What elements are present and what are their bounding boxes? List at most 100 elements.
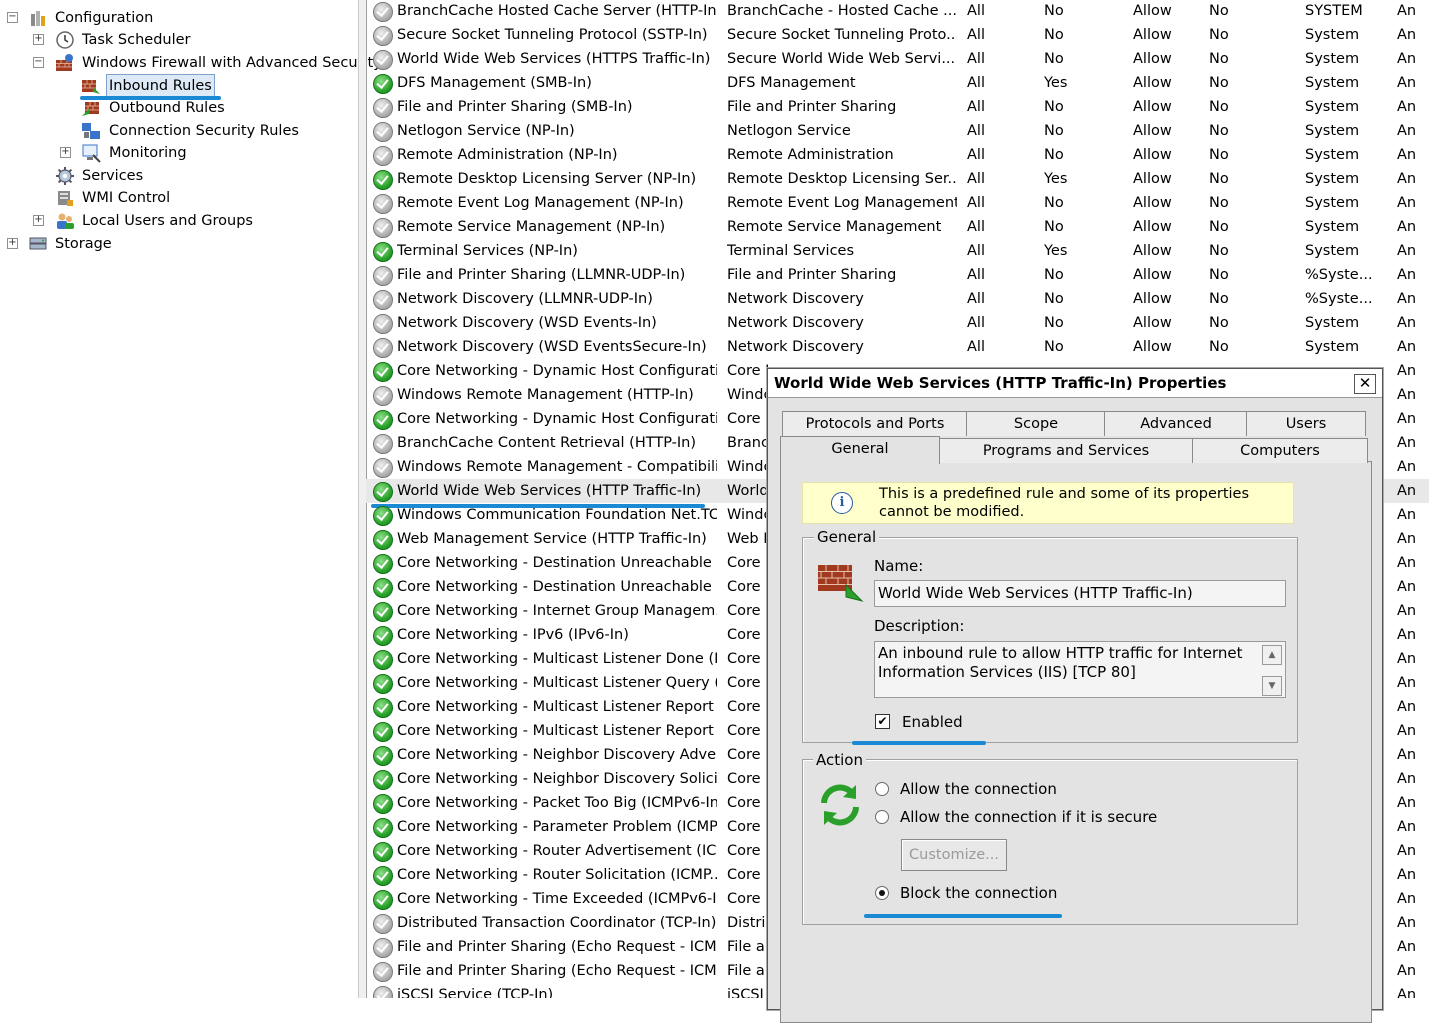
rule-row[interactable]: Network Discovery (WSD Events-In) Network… [366, 311, 1429, 335]
rule-row[interactable]: Netlogon Service (NP-In) Netlogon Service… [366, 119, 1429, 143]
scroll-up-icon[interactable]: ▲ [1262, 645, 1282, 665]
info-text: This is a predefined rule and some of it… [879, 486, 1250, 520]
rule-cell-override: No [1209, 171, 1229, 187]
rule-cell-profile: All [967, 51, 985, 67]
tab-scope[interactable]: Scope [966, 411, 1106, 436]
rule-row[interactable]: Terminal Services (NP-In) Terminal Servic… [366, 239, 1429, 263]
rule-cell-program: System [1305, 99, 1360, 115]
rule-cell-name: Core Networking - Packet Too Big (ICMPv6… [397, 795, 717, 811]
rule-cell-name: Web Management Service (HTTP Traffic-In) [397, 531, 707, 547]
rule-cell-override: No [1209, 147, 1229, 163]
rule-cell-en: No [1044, 195, 1064, 211]
rule-row[interactable]: Remote Event Log Management (NP-In) Remot… [366, 191, 1429, 215]
rule-enabled-icon [373, 554, 393, 574]
rule-disabled-icon [373, 386, 393, 406]
expand-icon[interactable]: + [60, 147, 71, 158]
rule-row[interactable]: DFS Management (SMB-In) DFS Management All… [366, 71, 1429, 95]
rule-disabled-icon [373, 938, 393, 958]
tab-general[interactable]: General [780, 436, 940, 464]
rule-row[interactable]: BranchCache Hosted Cache Server (HTTP-In… [366, 0, 1429, 23]
rule-cell-name: Remote Service Management (NP-In) [397, 219, 666, 235]
rule-cell-name: Core Networking - Destination Unreachabl… [397, 579, 717, 595]
rule-disabled-icon [373, 50, 393, 70]
connection-security-icon [82, 123, 100, 139]
highlight-underline [864, 914, 1062, 918]
rule-cell-override: No [1209, 219, 1229, 235]
expand-icon[interactable]: + [33, 215, 44, 226]
rule-cell-profile: All [967, 339, 985, 355]
rule-cell-profile: All [967, 315, 985, 331]
collapse-icon[interactable]: − [7, 12, 18, 23]
rule-enabled-icon [373, 674, 393, 694]
services-gear-icon [56, 167, 74, 185]
collapse-icon[interactable]: − [33, 57, 44, 68]
expand-icon[interactable]: + [33, 34, 44, 45]
allow-secure-radio[interactable] [875, 810, 889, 824]
dialog-titlebar[interactable]: World Wide Web Services (HTTP Traffic-In… [768, 369, 1382, 398]
rule-cell-name: Remote Desktop Licensing Server (NP-In) [397, 171, 697, 187]
description-field[interactable]: An inbound rule to allow HTTP traffic fo… [874, 641, 1286, 698]
wmi-control-icon [58, 191, 73, 206]
rule-cell-name: Core Networking - Dynamic Host Configura… [397, 411, 717, 427]
rule-cell-profile: All [967, 147, 985, 163]
tree-label: Local Users and Groups [82, 213, 253, 229]
rule-row[interactable]: Remote Desktop Licensing Server (NP-In) R… [366, 167, 1429, 191]
rule-cell-name: Terminal Services (NP-In) [397, 243, 578, 259]
rule-enabled-icon [373, 578, 393, 598]
customize-button[interactable]: Customize... [901, 839, 1007, 871]
rule-row[interactable]: Secure Socket Tunneling Protocol (SSTP-I… [366, 23, 1429, 47]
rule-cell-action: Allow [1133, 291, 1172, 307]
tab-computers[interactable]: Computers [1192, 438, 1368, 463]
rule-cell-profile: All [967, 219, 985, 235]
rule-row[interactable]: Network Discovery (WSD EventsSecure-In) N… [366, 335, 1429, 359]
rule-cell-group: Remote Desktop Licensing Ser... [727, 171, 957, 187]
scroll-down-icon[interactable]: ▼ [1262, 676, 1282, 696]
rule-cell-name: Network Discovery (WSD Events-In) [397, 315, 657, 331]
rule-row[interactable]: Remote Administration (NP-In) Remote Admi… [366, 143, 1429, 167]
block-connection-radio[interactable] [875, 886, 889, 900]
rule-cell-profile: All [967, 195, 985, 211]
rule-disabled-icon [373, 122, 393, 142]
tab-users[interactable]: Users [1246, 411, 1366, 436]
tab-advanced[interactable]: Advanced [1104, 411, 1248, 436]
rule-enabled-icon [373, 626, 393, 646]
expand-icon[interactable]: + [7, 238, 18, 249]
rule-cell-name: Secure Socket Tunneling Protocol (SSTP-I… [397, 27, 708, 43]
rule-row[interactable]: File and Printer Sharing (LLMNR-UDP-In) F… [366, 263, 1429, 287]
rule-cell-profile: All [967, 27, 985, 43]
rule-cell-last: An [1397, 243, 1417, 259]
rule-enabled-icon [373, 722, 393, 742]
rule-enabled-icon [373, 650, 393, 670]
rule-enabled-icon [373, 530, 393, 550]
rule-cell-action: Allow [1133, 51, 1172, 67]
rule-row[interactable]: Remote Service Management (NP-In) Remote … [366, 215, 1429, 239]
rule-cell-en: No [1044, 99, 1064, 115]
rule-row[interactable]: World Wide Web Services (HTTPS Traffic-I… [366, 47, 1429, 71]
rule-cell-name: Core Networking - Router Solicitation (I… [397, 867, 717, 883]
rule-cell-name: Network Discovery (LLMNR-UDP-In) [397, 291, 653, 307]
rule-cell-override: No [1209, 51, 1229, 67]
rule-cell-last: An [1397, 315, 1417, 331]
rule-cell-last: An [1397, 603, 1417, 619]
tab-protocols-and-ports[interactable]: Protocols and Ports [782, 411, 968, 436]
tab-programs-and-services[interactable]: Programs and Services [938, 438, 1194, 463]
rule-cell-override: No [1209, 243, 1229, 259]
rule-cell-last: An [1397, 387, 1417, 403]
rule-enabled-icon [373, 362, 393, 382]
users-icon [57, 213, 74, 229]
rule-cell-name: BranchCache Content Retrieval (HTTP-In) [397, 435, 696, 451]
rule-cell-last: An [1397, 987, 1417, 998]
rule-disabled-icon [373, 338, 393, 358]
rule-cell-name: Remote Event Log Management (NP-In) [397, 195, 684, 211]
name-field[interactable]: World Wide Web Services (HTTP Traffic-In… [874, 580, 1286, 607]
rule-cell-name: Core Networking - Multicast Listener Que… [397, 675, 717, 691]
enabled-checkbox[interactable]: ✔ [875, 714, 890, 729]
rule-cell-last: An [1397, 891, 1417, 907]
close-button[interactable]: ✕ [1354, 374, 1376, 394]
rule-cell-profile: All [967, 171, 985, 187]
rule-row[interactable]: Network Discovery (LLMNR-UDP-In) Network … [366, 287, 1429, 311]
allow-connection-radio[interactable] [875, 782, 889, 796]
rule-cell-group: BranchCache - Hosted Cache ... [727, 3, 957, 19]
rule-cell-name: World Wide Web Services (HTTP Traffic-In… [397, 483, 702, 499]
rule-row[interactable]: File and Printer Sharing (SMB-In) File an… [366, 95, 1429, 119]
